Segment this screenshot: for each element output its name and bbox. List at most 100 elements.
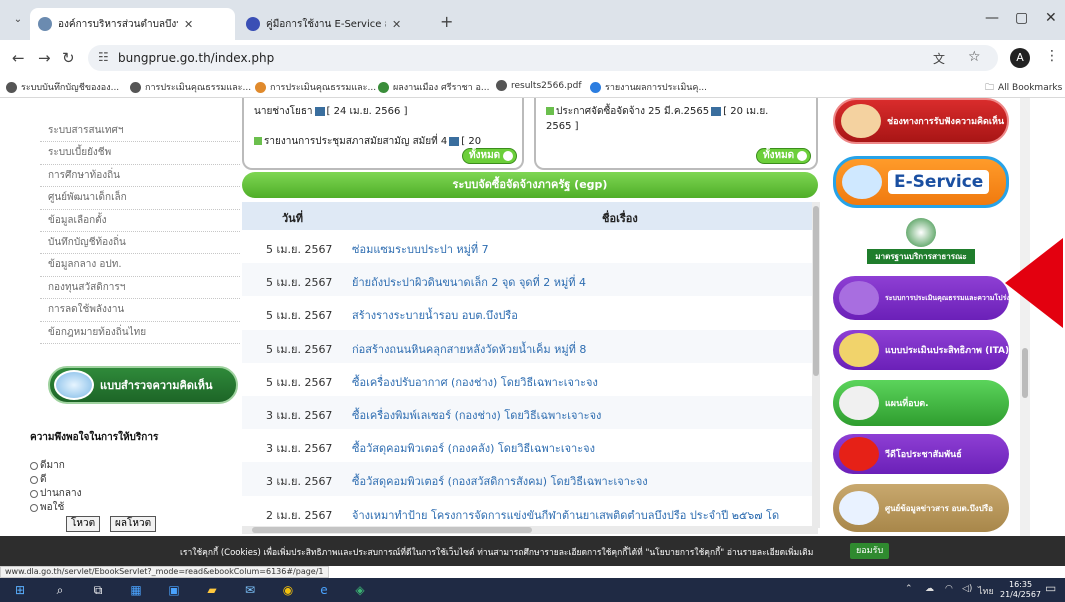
survey-option[interactable]: ดี [30, 472, 47, 487]
ita-evaluation-banner[interactable]: แบบประเมินประสิทธิภาพ (ITA) [833, 330, 1009, 370]
row-title-link[interactable]: ซื้อวัสดุคอมพิวเตอร์ (กองคลัง) โดยวิธีเฉ… [352, 439, 812, 457]
survey-option[interactable]: พอใช้ [30, 500, 64, 515]
sidebar-item[interactable]: ระบบสารสนเทศฯ [40, 120, 240, 143]
translate-icon[interactable]: 文 [933, 50, 945, 67]
radio-icon[interactable] [30, 461, 38, 470]
info-center-banner[interactable]: ศูนย์ข้อมูลข่าวสาร อบต.บึงปรือ [833, 484, 1009, 532]
tab-search-icon[interactable]: ⌄ [10, 12, 26, 28]
all-bookmarks-button[interactable]: 🗀 All Bookmarks [985, 80, 1062, 96]
map-banner[interactable]: แผนที่อบต. [833, 380, 1009, 426]
chrome-icon[interactable]: ◉ [280, 582, 296, 598]
scroll-thumb[interactable] [1022, 348, 1028, 398]
app-icon[interactable]: ◈ [352, 582, 368, 598]
sidebar-item[interactable]: ข้อมูลเลือกตั้ง [40, 210, 240, 232]
scroll-thumb[interactable] [813, 206, 819, 376]
eservice-banner[interactable]: E-Service [833, 156, 1009, 208]
news-item[interactable]: นายช่างโยธา[ 24 เม.ย. 2566 ] [254, 104, 407, 119]
windows-start-icon[interactable]: ⊞ [12, 582, 28, 598]
sidebar-item[interactable]: ระบบเบี้ยยังชีพ [40, 142, 240, 165]
ita-assessment-banner[interactable]: ระบบการประเมินคุณธรรมและความโปร่งใส (ITA… [833, 276, 1009, 320]
language-indicator[interactable]: ไทย [978, 584, 994, 598]
bullet-icon [254, 137, 262, 145]
view-all-button[interactable]: ทั้งหมด [756, 148, 812, 164]
table-row[interactable]: 3 เม.ย. 2567 ซื้อวัสดุคอมพิวเตอร์ (กองคลั… [242, 429, 818, 463]
back-arrow-icon[interactable]: ← [12, 49, 25, 67]
store-icon[interactable]: ▣ [166, 582, 182, 598]
table-vertical-scrollbar[interactable] [812, 202, 820, 528]
sidebar-item[interactable]: ข้อกฎหมายท้องถิ่นไทย [40, 322, 240, 344]
bookmark-item[interactable]: การประเมินคุณธรรมและ... [130, 80, 251, 94]
row-title-link[interactable]: ซื้อเครื่องพิมพ์เลเซอร์ (กองช่าง) โดยวิธ… [352, 406, 812, 424]
maximize-icon[interactable]: ▢ [1015, 10, 1028, 26]
new-tab-button[interactable]: + [440, 12, 453, 31]
vote-button[interactable]: โหวต [66, 516, 101, 532]
radio-icon[interactable] [30, 475, 38, 484]
survey-option[interactable]: ปานกลาง [30, 486, 81, 501]
sidebar-item[interactable]: ศูนย์พัฒนาเด็กเล็ก [40, 187, 240, 210]
sidebar-item[interactable]: การลดใช้พลังงาน [40, 299, 240, 322]
profile-avatar[interactable]: A [1010, 48, 1030, 68]
survey-option[interactable]: ดีมาก [30, 458, 65, 473]
sidebar-item[interactable]: การศึกษาท้องถิ่น [40, 165, 240, 188]
radio-icon[interactable] [30, 503, 38, 512]
table-row[interactable]: 5 เม.ย. 2567 ซื้อเครื่องปรับอากาศ (กองช่า… [242, 362, 818, 396]
table-row[interactable]: 2 เม.ย. 2567 จ้างเหมาทำป้าย โครงการจัดการ… [242, 495, 818, 529]
edge-icon[interactable]: e [316, 582, 332, 598]
sidebar-item[interactable]: กองทุนสวัสดิการฯ [40, 277, 240, 300]
notification-icon[interactable]: ▭ [1045, 581, 1056, 595]
table-horizontal-scrollbar[interactable] [242, 526, 818, 534]
wifi-icon[interactable]: ◠ [945, 584, 953, 594]
browser-menu-icon[interactable]: ⋮ [1045, 48, 1059, 64]
forward-arrow-icon[interactable]: → [38, 49, 51, 67]
table-row[interactable]: 5 เม.ย. 2567 ก่อสร้างถนนหินคลุกสายหลังวัด… [242, 329, 818, 363]
widgets-icon[interactable]: ▦ [128, 582, 144, 598]
tray-chevron-icon[interactable]: ⌃ [905, 584, 913, 594]
close-window-icon[interactable]: ✕ [1045, 10, 1057, 26]
video-banner[interactable]: วีดีโอประชาสัมพันธ์ [833, 434, 1009, 474]
bookmark-item[interactable]: รายงานผลการประเมินคุ... [590, 80, 707, 94]
close-tab-icon[interactable]: ✕ [392, 18, 401, 31]
search-icon[interactable]: ⌕ [52, 582, 68, 598]
bookmark-star-icon[interactable]: ☆ [968, 49, 981, 65]
bookmark-item[interactable]: การประเมินคุณธรรมและ... [255, 80, 376, 94]
file-explorer-icon[interactable]: ▰ [204, 582, 220, 598]
row-title-link[interactable]: จ้างเหมาทำป้าย โครงการจัดการแข่งขันกีฬาต… [352, 506, 812, 524]
close-tab-icon[interactable]: ✕ [184, 18, 193, 31]
table-row[interactable]: 5 เม.ย. 2567 สร้างรางระบายน้ำรอบ อบต.บึงป… [242, 296, 818, 330]
site-info-icon[interactable]: ☷ [98, 50, 109, 64]
minimize-icon[interactable]: — [985, 10, 999, 26]
row-title-link[interactable]: ซื้อวัสดุคอมพิวเตอร์ (กองสวัสดิการสังคม)… [352, 472, 812, 490]
radio-icon[interactable] [30, 489, 38, 498]
table-row[interactable]: 5 เม.ย. 2567 ซ่อมแซมระบบประปา หมู่ที่ 7 [242, 230, 818, 264]
volume-icon[interactable]: ◁) [962, 584, 972, 594]
sidebar-item[interactable]: ข้อมูลกลาง อปท. [40, 254, 240, 277]
vote-result-button[interactable]: ผลโหวต [110, 516, 157, 532]
table-row[interactable]: 3 เม.ย. 2567 ซื้อเครื่องพิมพ์เลเซอร์ (กอง… [242, 395, 818, 430]
accept-cookies-button[interactable]: ยอมรับ [850, 543, 890, 559]
row-title-link[interactable]: ก่อสร้างถนนหินคลุกสายหลังวัดห้วยน้ำเค็ม … [352, 340, 812, 358]
reload-icon[interactable]: ↻ [62, 49, 75, 67]
news-item[interactable]: รายงานการประชุมสภาสมัยสามัญ สมัยที่ 4[ 2… [254, 134, 481, 149]
row-title-link[interactable]: ซ่อมแซมระบบประปา หมู่ที่ 7 [352, 240, 812, 258]
view-all-button[interactable]: ทั้งหมด [462, 148, 518, 164]
sidebar-item[interactable]: บันทึกบัญชีท้องถิ่น [40, 232, 240, 255]
bookmark-item[interactable]: results2566.pdf [496, 80, 582, 91]
bookmark-item[interactable]: ระบบบันทึกบัญชีขององ... [6, 80, 119, 94]
scroll-thumb[interactable] [252, 527, 532, 533]
row-title-link[interactable]: ซื้อเครื่องปรับอากาศ (กองช่าง) โดยวิธีเฉ… [352, 373, 812, 391]
bookmark-item[interactable]: ผลงานเมือง ศรีราชา อ... [378, 80, 490, 94]
system-clock[interactable]: 16:35 21/4/2567 [1000, 580, 1041, 600]
tab-bungprue[interactable]: องค์การบริหารส่วนตำบลบึงปรือ อำเภ ✕ [30, 8, 235, 40]
row-title-link[interactable]: สร้างรางระบายน้ำรอบ อบต.บึงปรือ [352, 306, 812, 324]
public-service-standard-banner[interactable]: มาตรฐานบริการสาธารณะ [833, 218, 1009, 264]
task-view-icon[interactable]: ⧉ [90, 582, 106, 598]
mail-icon[interactable]: ✉ [242, 582, 258, 598]
row-title-link[interactable]: ย้ายถังประปาผิวดินขนาดเล็ก 2 จุด จุดที่ … [352, 273, 812, 291]
tab-eservice-manual[interactable]: คู่มือการใช้งาน E-Service สำหรับประ ✕ [238, 8, 433, 40]
news-item[interactable]: ประกาศจัดซื้อจัดจ้าง 25 มี.ค.2565[ 20 เม… [546, 104, 768, 119]
complaint-channel-banner[interactable]: ช่องทางการรับฟังความคิดเห็น [833, 98, 1009, 144]
table-row[interactable]: 5 เม.ย. 2567 ย้ายถังประปาผิวดินขนาดเล็ก 2… [242, 263, 818, 297]
table-row[interactable]: 3 เม.ย. 2567 ซื้อวัสดุคอมพิวเตอร์ (กองสวั… [242, 462, 818, 496]
url-field[interactable]: ☷ bungprue.go.th/index.php 文 ☆ [88, 45, 998, 71]
network-icon[interactable]: ☁ [925, 584, 934, 594]
